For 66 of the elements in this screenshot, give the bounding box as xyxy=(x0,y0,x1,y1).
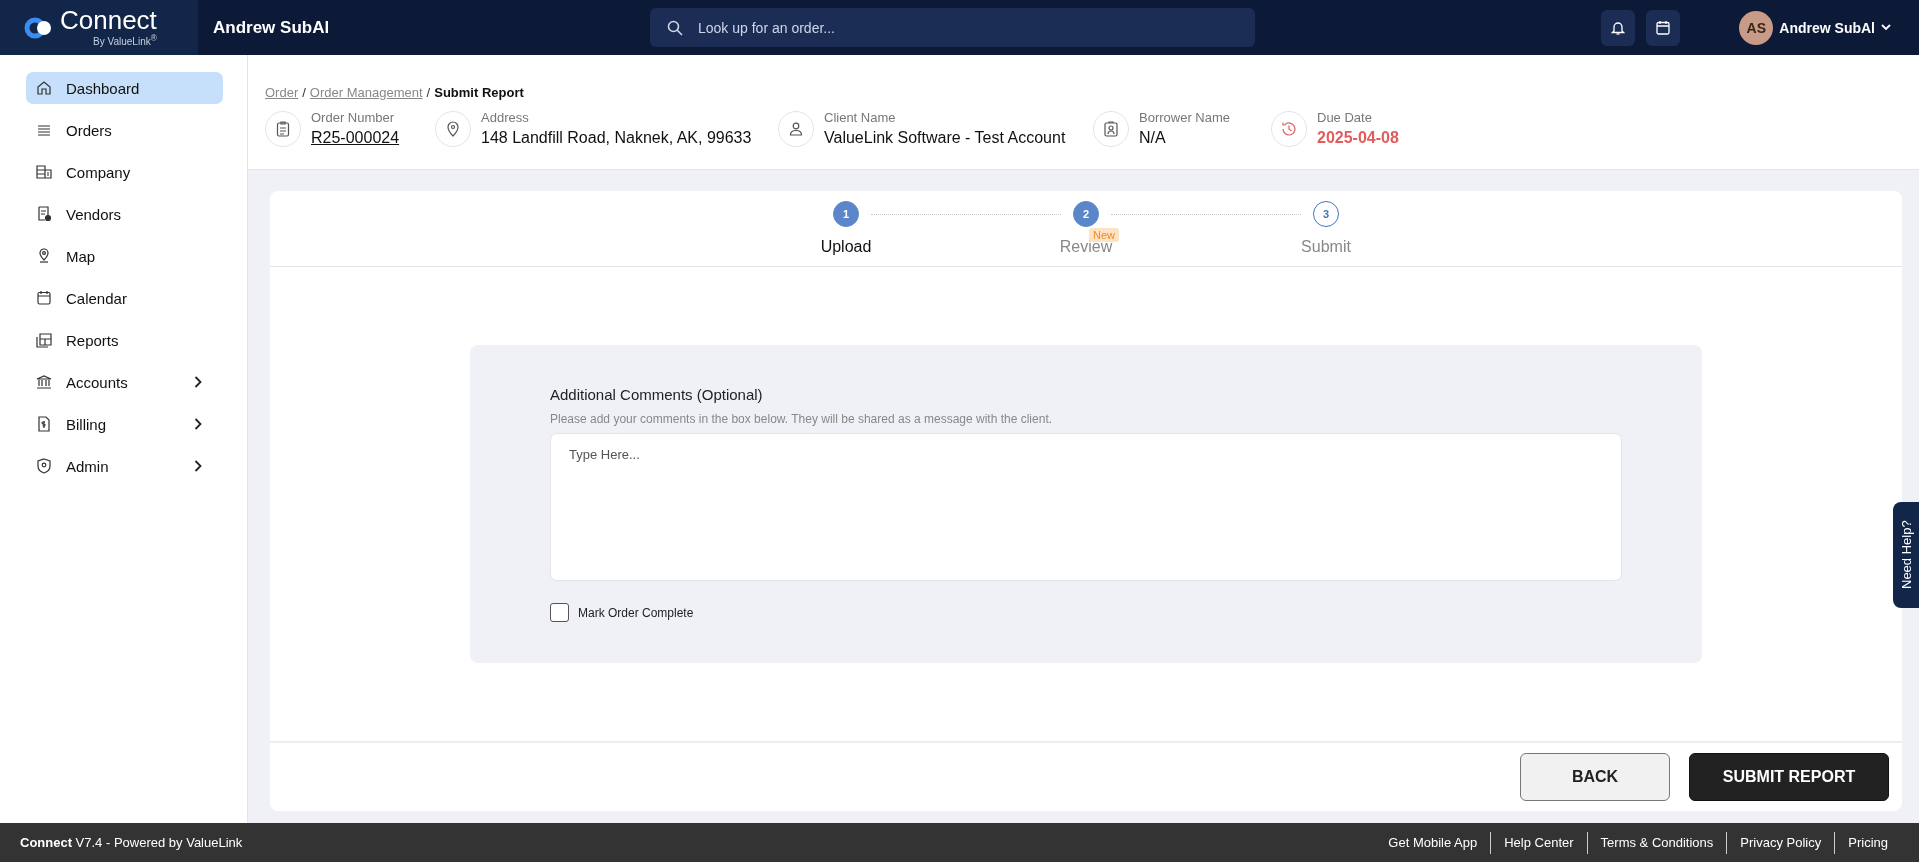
field-label: Client Name xyxy=(824,110,897,125)
document-icon xyxy=(35,205,53,223)
version-text: Connect V7.4 - Powered by ValueLink xyxy=(20,835,243,850)
submit-report-button[interactable]: SUBMIT REPORT xyxy=(1689,753,1889,801)
step-number: 3 xyxy=(1313,201,1339,227)
field-value: 148 Landfill Road, Naknek, AK, 99633 xyxy=(481,129,752,147)
building-icon xyxy=(35,163,53,181)
sidebar-item[interactable]: Dashboard xyxy=(26,72,223,104)
sidebar-item[interactable]: Company xyxy=(26,156,223,188)
logo-icon xyxy=(24,16,54,39)
footer-link[interactable]: Pricing xyxy=(1835,835,1901,850)
calendar-icon xyxy=(35,289,53,307)
bank-icon xyxy=(35,373,53,391)
field-value: N/A xyxy=(1139,129,1167,147)
breadcrumb-link[interactable]: Order xyxy=(265,85,299,100)
field-label: Order Number xyxy=(311,110,396,125)
step-label[interactable]: Submit xyxy=(1301,238,1351,256)
footer-link[interactable]: Privacy Policy xyxy=(1727,835,1835,850)
search-icon xyxy=(667,20,683,36)
notifications-button[interactable] xyxy=(1601,9,1636,46)
comments-field[interactable]: Type Here... xyxy=(550,433,1622,581)
back-button[interactable]: BACK xyxy=(1520,753,1670,801)
due-date-value: 2025-04-08 xyxy=(1317,129,1399,147)
calendar-icon xyxy=(1656,20,1671,35)
footer-link[interactable]: Terms & Conditions xyxy=(1587,835,1727,850)
sidebar-item[interactable]: Admin xyxy=(26,450,223,482)
field-value: ValueLink Software - Test Account xyxy=(824,129,1066,147)
field-label: Address xyxy=(481,110,530,125)
sidebar-item[interactable]: Billing xyxy=(26,408,223,440)
field-label: Due Date xyxy=(1317,110,1373,125)
dollar-icon xyxy=(35,415,53,433)
sidebar-item[interactable]: Calendar xyxy=(26,282,223,314)
logo-tagline: By ValueLink$^{®}$ xyxy=(93,34,157,48)
shield-icon xyxy=(35,457,53,475)
breadcrumb-current: Submit Report xyxy=(434,85,524,100)
calendar-button[interactable] xyxy=(1646,9,1681,46)
footer-link[interactable]: Get Mobile App xyxy=(1375,835,1491,850)
breadcrumb-link[interactable]: Order Management xyxy=(309,85,423,100)
comments-title: Additional Comments (Optional) xyxy=(550,386,764,403)
sidebar-item[interactable]: Orders xyxy=(26,114,223,146)
chevron-down-icon xyxy=(1881,24,1891,31)
sidebar-item[interactable]: Vendors xyxy=(26,198,223,230)
checkbox-label: Mark Order Complete xyxy=(578,605,694,620)
user-avatar: AS xyxy=(1739,10,1774,45)
step-label[interactable]: Upload xyxy=(820,238,872,256)
sidebar-item[interactable]: Map xyxy=(26,240,223,272)
need-help-tab[interactable]: Need Help? xyxy=(1893,502,1919,608)
company-name: Andrew SubAl xyxy=(213,17,331,38)
search-field[interactable]: Look up for an order... xyxy=(650,8,1255,47)
breadcrumb-separator: / xyxy=(426,85,431,100)
grid-icon xyxy=(35,331,53,349)
comments-hint: Please add your comments in the box below. They will be shared as a message with the client. xyxy=(550,412,1054,426)
step-number: 2 xyxy=(1073,201,1099,227)
checkbox[interactable] xyxy=(550,603,569,622)
sidebar-item[interactable]: Reports xyxy=(26,324,223,356)
sidebar-item[interactable]: Accounts xyxy=(26,366,223,398)
breadcrumb-separator: / xyxy=(302,85,306,100)
home-icon xyxy=(35,79,53,97)
new-badge: New xyxy=(1089,228,1119,242)
logo-text: Connect xyxy=(60,7,157,34)
field-label: Borrower Name xyxy=(1139,110,1231,125)
order-number-link[interactable]: R25-000024 xyxy=(311,129,400,147)
bell-icon xyxy=(1611,19,1626,36)
user-menu[interactable]: AS Andrew SubAl xyxy=(1733,9,1897,46)
step-number: 1 xyxy=(833,201,859,227)
footer-link[interactable]: Help Center xyxy=(1491,835,1587,850)
